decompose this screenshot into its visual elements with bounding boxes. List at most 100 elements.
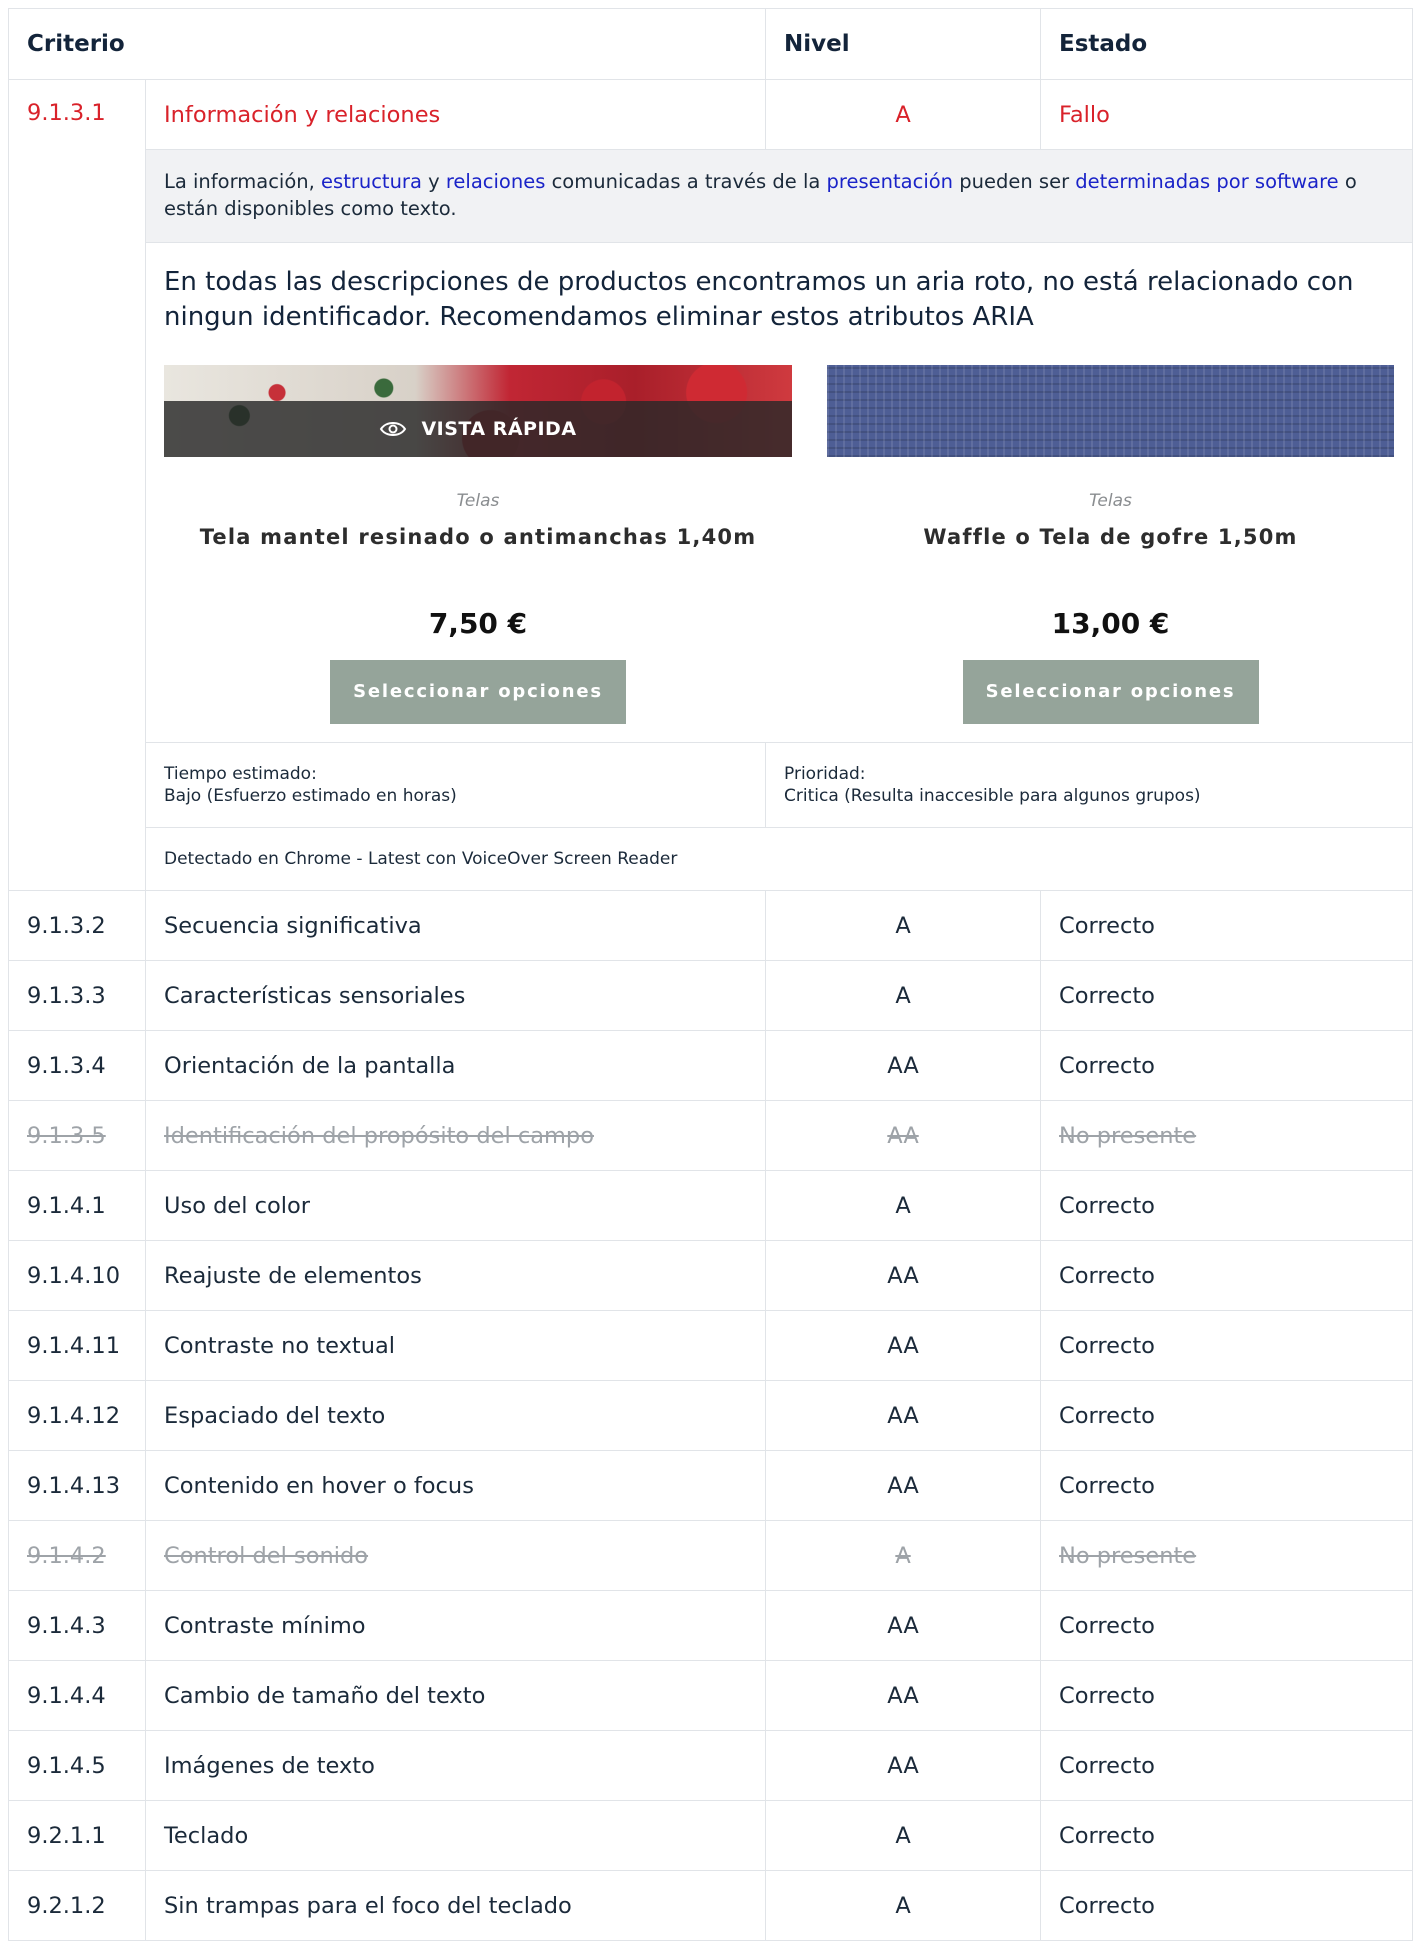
criterion-row[interactable]: 9.1.4.1 Uso del color A Correcto bbox=[8, 1170, 1414, 1241]
criterion-status: Fallo bbox=[1040, 79, 1414, 150]
quick-view-label: VISTA RÁPIDA bbox=[421, 418, 577, 440]
product-category[interactable]: Telas bbox=[164, 491, 792, 511]
criterion-id: 9.1.4.13 bbox=[8, 1450, 146, 1521]
criterion-row[interactable]: 9.1.3.4 Orientación de la pantalla AA Corre… bbox=[8, 1030, 1414, 1101]
criterion-level: A bbox=[765, 1870, 1042, 1941]
criterion-status: Correcto bbox=[1040, 1590, 1414, 1661]
select-options-button[interactable]: Seleccionar opciones bbox=[330, 660, 626, 724]
product-image[interactable]: VISTA RÁPIDA bbox=[164, 365, 792, 457]
criterion-id: 9.1.3.5 bbox=[8, 1100, 146, 1171]
criterion-level: AA bbox=[765, 1730, 1042, 1801]
criterion-status: Correcto bbox=[1040, 1380, 1414, 1451]
link-presentacion[interactable]: presentación bbox=[827, 170, 954, 193]
criterion-id: 9.1.4.4 bbox=[8, 1660, 146, 1731]
criterion-name: Uso del color bbox=[144, 1170, 767, 1241]
priority: Prioridad: Critica (Resulta inaccesible p… bbox=[765, 742, 1414, 828]
criterion-row[interactable]: 9.1.4.10 Reajuste de elementos AA Correcto bbox=[8, 1240, 1414, 1311]
criterion-status: Correcto bbox=[1040, 1660, 1414, 1731]
criterion-name: Secuencia significativa bbox=[144, 890, 767, 961]
header-criterio: Criterio bbox=[7, 8, 767, 80]
product-category[interactable]: Telas bbox=[827, 491, 1394, 511]
criterion-level: A bbox=[765, 1170, 1042, 1241]
desc-text: pueden ser bbox=[953, 170, 1076, 193]
header-row: Criterio Nivel Estado bbox=[7, 8, 1414, 80]
criterion-name: Espaciado del texto bbox=[144, 1380, 767, 1451]
desc-text: y bbox=[421, 170, 446, 193]
link-determinadas-por-software[interactable]: determinadas por software bbox=[1075, 170, 1338, 193]
issue-detail: En todas las descripciones de productos … bbox=[144, 242, 1414, 743]
criterion-row[interactable]: 9.1.4.11 Contraste no textual AA Correcto bbox=[8, 1310, 1414, 1381]
header-nivel: Nivel bbox=[765, 8, 1042, 80]
select-options-button[interactable]: Seleccionar opciones bbox=[962, 660, 1259, 724]
criterion-status: Correcto bbox=[1040, 1240, 1414, 1311]
criterion-name: Contraste no textual bbox=[144, 1310, 767, 1381]
criterion-id: 9.1.4.11 bbox=[8, 1310, 146, 1381]
detected-in: Detectado en Chrome - Latest con VoiceOv… bbox=[144, 827, 1414, 891]
criterion-name: Información y relaciones bbox=[144, 79, 767, 150]
criterion-name: Teclado bbox=[144, 1800, 767, 1871]
criterion-row[interactable]: 9.1.3.5 Identificación del propósito del … bbox=[8, 1100, 1414, 1171]
criterion-row-failed[interactable]: 9.1.3.1 Información y relaciones A Fallo bbox=[8, 79, 1414, 891]
criterion-id: 9.1.4.2 bbox=[8, 1520, 146, 1591]
criterion-row[interactable]: 9.1.4.4 Cambio de tamaño del texto AA Corre… bbox=[8, 1660, 1414, 1731]
criterion-id: 9.2.1.2 bbox=[8, 1870, 146, 1941]
link-estructura[interactable]: estructura bbox=[321, 170, 422, 193]
criterion-status: Correcto bbox=[1040, 1800, 1414, 1871]
criterion-level: AA bbox=[765, 1450, 1042, 1521]
criterion-row[interactable]: 9.1.4.2 Control del sonido A No presente bbox=[8, 1520, 1414, 1591]
priority-label: Prioridad: bbox=[784, 764, 866, 784]
criterion-level: A bbox=[765, 890, 1042, 961]
criterion-row[interactable]: 9.1.4.5 Imágenes de texto AA Correcto bbox=[8, 1730, 1414, 1801]
criterion-row[interactable]: 9.2.1.1 Teclado A Correcto bbox=[8, 1800, 1414, 1871]
criterion-row[interactable]: 9.1.3.3 Características sensoriales A Corre… bbox=[8, 960, 1414, 1031]
criterion-level: AA bbox=[765, 1030, 1042, 1101]
criterion-level: A bbox=[765, 960, 1042, 1031]
criterion-status: Correcto bbox=[1040, 1870, 1414, 1941]
criterion-row[interactable]: 9.1.4.3 Contraste mínimo AA Correcto bbox=[8, 1590, 1414, 1661]
quick-view-overlay[interactable]: VISTA RÁPIDA bbox=[164, 401, 792, 457]
criterion-status: No presente bbox=[1040, 1100, 1414, 1171]
criterion-level: AA bbox=[765, 1380, 1042, 1451]
criterion-row[interactable]: 9.1.4.12 Espaciado del texto AA Correcto bbox=[8, 1380, 1414, 1451]
estimated-time-value: Bajo (Esfuerzo estimado en horas) bbox=[164, 786, 457, 806]
issue-meta-row: Tiempo estimado: Bajo (Esfuerzo estimado … bbox=[9, 742, 1414, 828]
criterion-id: 9.1.4.10 bbox=[8, 1240, 146, 1311]
product-name[interactable]: Waffle o Tela de gofre 1,50m bbox=[827, 525, 1394, 549]
product-name[interactable]: Tela mantel resinado o antimanchas 1,40m bbox=[164, 525, 792, 549]
criterion-name: Sin trampas para el foco del teclado bbox=[144, 1870, 767, 1941]
criterion-level: A bbox=[765, 1800, 1042, 1871]
criterion-name: Contraste mínimo bbox=[144, 1590, 767, 1661]
criterion-row[interactable]: 9.1.3.2 Secuencia significativa A Correcto bbox=[8, 890, 1414, 961]
criterion-row[interactable]: 9.2.1.2 Sin trampas para el foco del tecl… bbox=[8, 1870, 1414, 1941]
criterion-description: La información, estructura y relaciones … bbox=[144, 149, 1414, 243]
criterion-level: AA bbox=[765, 1590, 1042, 1661]
criterion-level: AA bbox=[765, 1310, 1042, 1381]
criterion-status: Correcto bbox=[1040, 1450, 1414, 1521]
product-price: 13,00 € bbox=[1051, 607, 1170, 640]
desc-text: La información, bbox=[164, 170, 322, 193]
criterion-description-row: La información, estructura y relaciones … bbox=[9, 149, 1414, 243]
criterion-name: Reajuste de elementos bbox=[144, 1240, 767, 1311]
criterion-id: 9.2.1.1 bbox=[8, 1800, 146, 1871]
criterion-id: 9.1.3.2 bbox=[8, 890, 146, 961]
criterion-name: Control del sonido bbox=[144, 1520, 767, 1591]
criterion-name: Imágenes de texto bbox=[144, 1730, 767, 1801]
criterion-status: Correcto bbox=[1040, 890, 1414, 961]
criterion-name: Cambio de tamaño del texto bbox=[144, 1660, 767, 1731]
desc-text: comunicadas a través de la bbox=[545, 170, 827, 193]
product-examples: VISTA RÁPIDA Telas Tela mantel resinado … bbox=[146, 335, 1412, 742]
criterion-level: AA bbox=[765, 1240, 1042, 1311]
product-image[interactable] bbox=[827, 365, 1395, 457]
link-relaciones[interactable]: relaciones bbox=[446, 170, 546, 193]
criterion-name: Orientación de la pantalla bbox=[144, 1030, 767, 1101]
criterion-row[interactable]: 9.1.4.13 Contenido en hover o focus AA Corr… bbox=[8, 1450, 1414, 1521]
criterion-id: 9.1.4.5 bbox=[8, 1730, 146, 1801]
criterion-level: AA bbox=[765, 1100, 1042, 1171]
criterion-id: 9.1.3.3 bbox=[8, 960, 146, 1031]
eye-icon bbox=[380, 422, 407, 436]
criterion-status: No presente bbox=[1040, 1520, 1414, 1591]
criterion-level: A bbox=[765, 79, 1042, 150]
estimated-time: Tiempo estimado: Bajo (Esfuerzo estimado … bbox=[144, 742, 767, 828]
criterion-status: Correcto bbox=[1040, 960, 1414, 1031]
issue-detail-row: En todas las descripciones de productos … bbox=[9, 242, 1414, 743]
